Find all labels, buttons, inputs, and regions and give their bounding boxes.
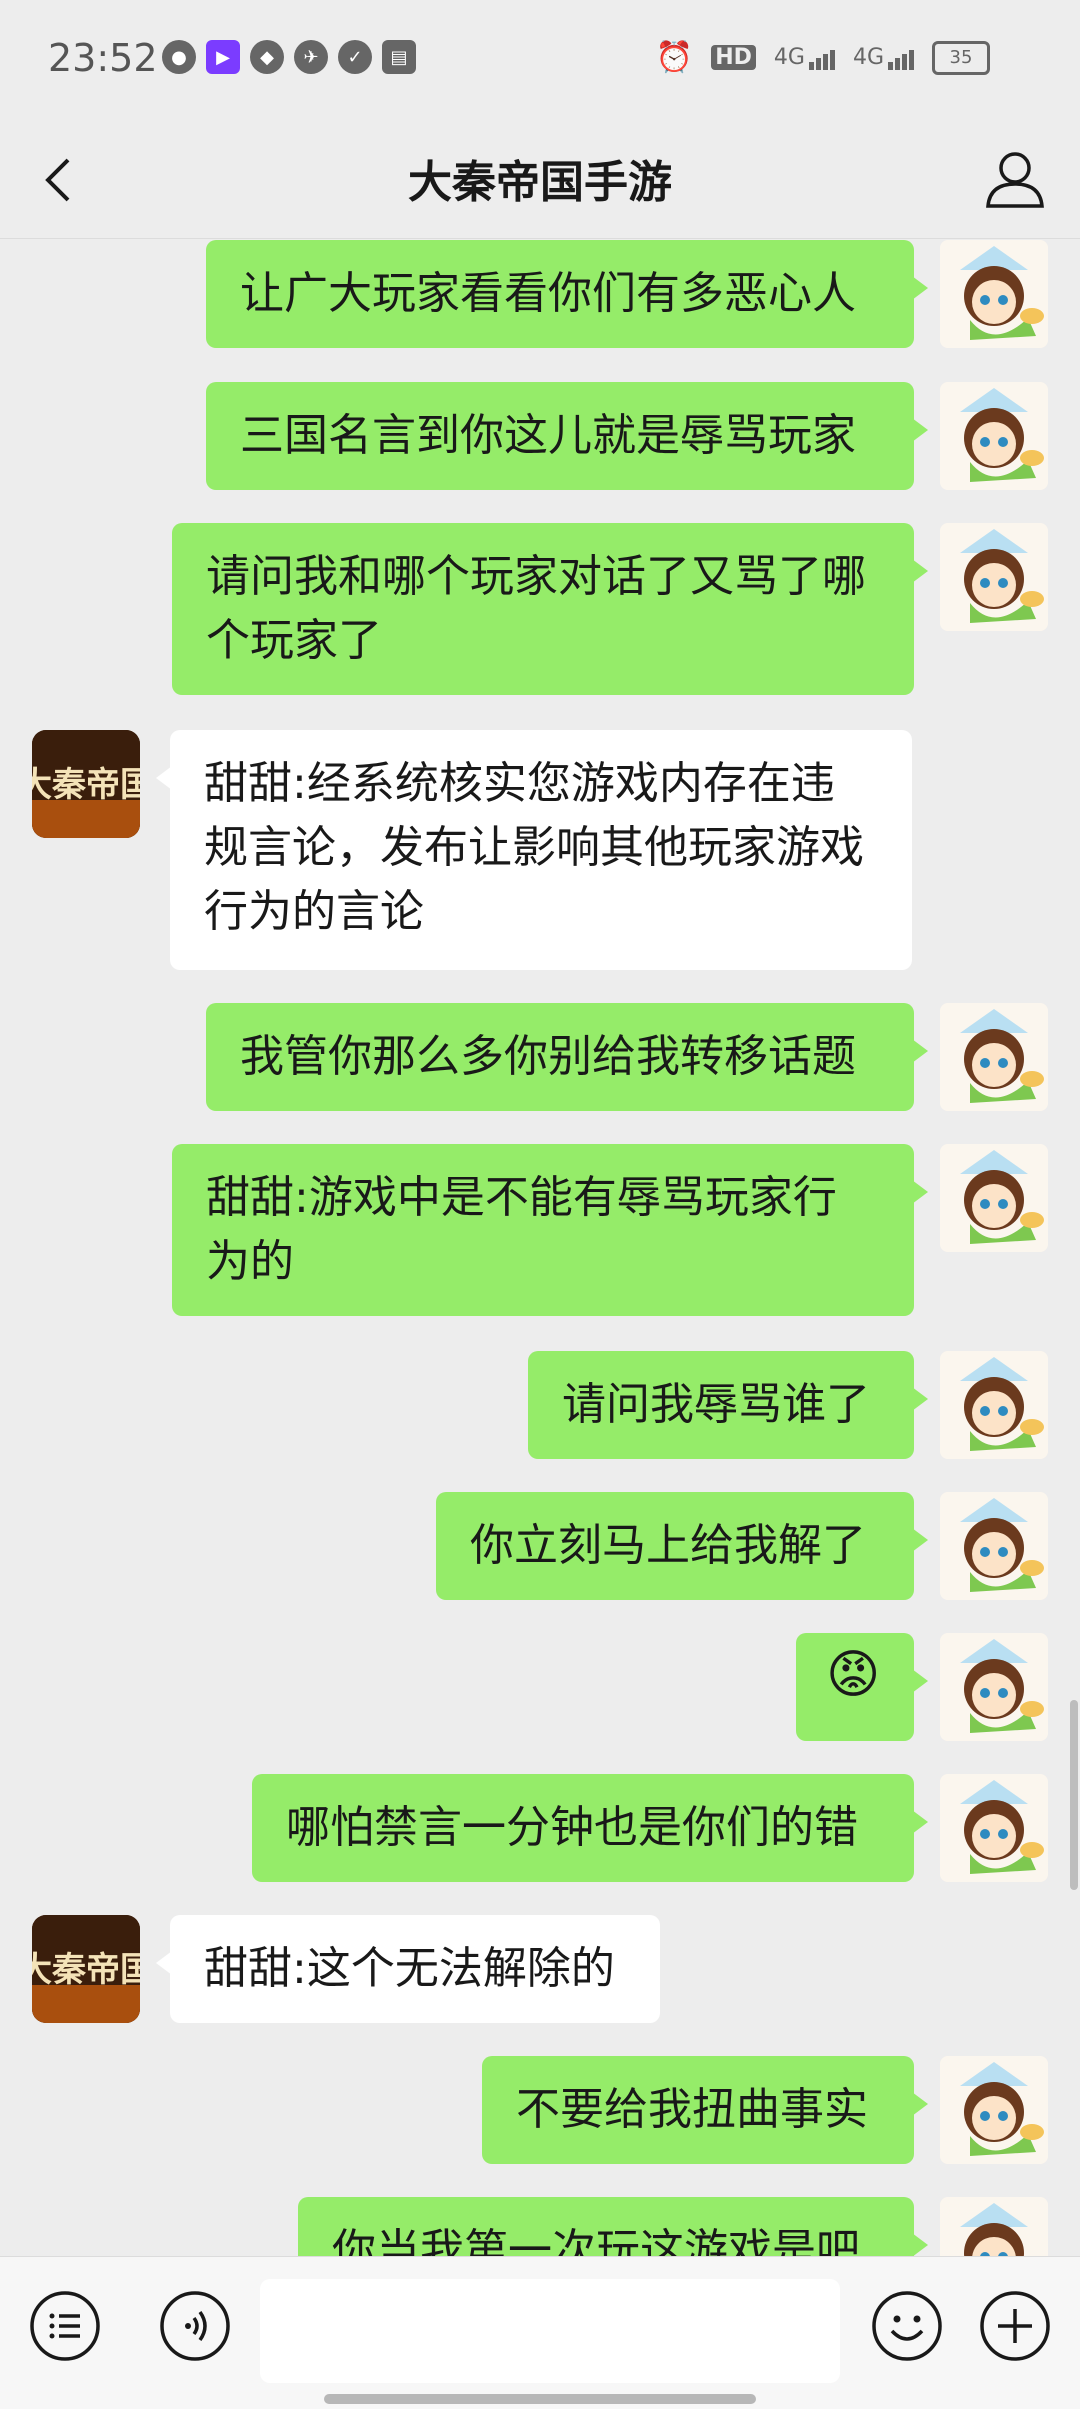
message-bubble-mine[interactable]: 请问我辱骂谁了 bbox=[528, 1351, 928, 1459]
network-type-2: 4G bbox=[852, 45, 884, 70]
signal-bars-icon bbox=[808, 50, 835, 70]
anime-girl-avatar-icon bbox=[940, 1351, 1048, 1459]
message-bubble-mine[interactable]: 哪怕禁言一分钟也是你们的错 bbox=[252, 1774, 928, 1882]
anime-girl-avatar-icon bbox=[940, 1144, 1048, 1252]
alarm-icon: ⏰ bbox=[655, 40, 694, 75]
battery-icon: 35 bbox=[932, 40, 990, 75]
my-avatar[interactable] bbox=[940, 382, 1048, 490]
anime-girl-avatar-icon bbox=[940, 523, 1048, 631]
my-avatar[interactable] bbox=[940, 523, 1048, 631]
my-avatar[interactable] bbox=[940, 1003, 1048, 1111]
message-bubble-mine[interactable]: 甜甜:游戏中是不能有辱骂玩家行 为的 bbox=[172, 1144, 928, 1316]
signal-bars-icon bbox=[888, 50, 914, 70]
bird-app-icon: ✈ bbox=[294, 40, 328, 74]
anime-girl-avatar-icon bbox=[940, 2056, 1048, 2164]
chat-notification-icon: ● bbox=[162, 40, 196, 74]
add-plus-icon[interactable] bbox=[978, 2289, 1052, 2363]
game-logo-text: 大秦帝国 bbox=[32, 1950, 140, 1990]
my-avatar[interactable] bbox=[940, 1774, 1048, 1882]
my-avatar[interactable] bbox=[940, 1633, 1048, 1741]
chat-header: 大秦帝国手游 bbox=[0, 120, 1080, 239]
network-type-1: 4G bbox=[773, 45, 805, 70]
status-bar: 23:52 ● ▶ ◆ ✈ ✓ ▤ ⏰ HD 4G 4G 35 bbox=[0, 0, 1080, 120]
my-avatar[interactable] bbox=[940, 2056, 1048, 2164]
anime-girl-avatar-icon bbox=[940, 1003, 1048, 1111]
message-bubble-mine[interactable]: 让广大玩家看看你们有多恶心人 bbox=[206, 240, 928, 348]
message-input[interactable] bbox=[260, 2279, 840, 2383]
voice-input-icon[interactable] bbox=[158, 2289, 232, 2363]
game-logo-icon: 大秦帝国 bbox=[32, 730, 140, 838]
message-bubble-mine[interactable]: 三国名言到你这儿就是辱骂玩家 bbox=[206, 382, 928, 490]
message-list[interactable]: 让广大玩家看看你们有多恶心人 三国名言到你这儿就是辱骂玩家 请问我和哪个玩家对话… bbox=[0, 238, 1080, 2256]
notification-icons: ● ▶ ◆ ✈ ✓ ▤ bbox=[162, 40, 416, 74]
message-bubble-mine[interactable]: 你当我第一次玩这游戏是吧 bbox=[298, 2197, 928, 2256]
my-avatar[interactable] bbox=[940, 2197, 1048, 2256]
emoji-icon[interactable] bbox=[870, 2289, 944, 2363]
game-logo-text: 大秦帝国 bbox=[32, 765, 140, 805]
anime-girl-avatar-icon bbox=[940, 1774, 1048, 1882]
chat-title: 大秦帝国手游 bbox=[408, 157, 672, 208]
anime-girl-avatar-icon bbox=[940, 2197, 1048, 2256]
system-status: ⏰ HD 4G 4G 35 bbox=[656, 40, 990, 75]
my-avatar[interactable] bbox=[940, 1144, 1048, 1252]
my-avatar[interactable] bbox=[940, 1492, 1048, 1600]
game-logo-icon: 大秦帝国 bbox=[32, 1915, 140, 2023]
profile-icon[interactable] bbox=[980, 144, 1050, 214]
book-app-icon: ▤ bbox=[382, 40, 416, 74]
message-bubble-other[interactable]: 甜甜:经系统核实您游戏内存在违 规言论，发布让影响其他玩家游戏 行为的言论 bbox=[156, 730, 912, 970]
message-bubble-other[interactable]: 甜甜:这个无法解除的 bbox=[156, 1915, 660, 2023]
input-bar bbox=[0, 2256, 1080, 2409]
my-avatar[interactable] bbox=[940, 240, 1048, 348]
signal-2: 4G bbox=[853, 45, 914, 70]
chat-scrollbar[interactable] bbox=[1070, 1700, 1078, 1890]
compass-app-icon: ✓ bbox=[338, 40, 372, 74]
game-avatar[interactable]: 大秦帝国 bbox=[32, 1915, 140, 2023]
message-bubble-mine[interactable]: 你立刻马上给我解了 bbox=[436, 1492, 928, 1600]
status-time: 23:52 bbox=[48, 36, 158, 80]
message-bubble-mine[interactable]: 我管你那么多你别给我转移话题 bbox=[206, 1003, 928, 1111]
my-avatar[interactable] bbox=[940, 1351, 1048, 1459]
angry-emoji-bubble[interactable]: 😡 bbox=[796, 1633, 928, 1741]
anime-girl-avatar-icon bbox=[940, 240, 1048, 348]
hd-indicator: HD bbox=[711, 45, 756, 70]
anime-girl-avatar-icon bbox=[940, 1492, 1048, 1600]
message-bubble-mine[interactable]: 请问我和哪个玩家对话了又骂了哪 个玩家了 bbox=[172, 523, 928, 695]
video-app-icon: ▶ bbox=[206, 40, 240, 74]
message-bubble-mine[interactable]: 不要给我扭曲事实 bbox=[482, 2056, 928, 2164]
menu-list-icon[interactable] bbox=[28, 2289, 102, 2363]
anime-girl-avatar-icon bbox=[940, 1633, 1048, 1741]
game-avatar[interactable]: 大秦帝国 bbox=[32, 730, 140, 838]
signal-1: 4G bbox=[774, 45, 835, 70]
home-indicator[interactable] bbox=[324, 2394, 756, 2404]
anime-girl-avatar-icon bbox=[940, 382, 1048, 490]
app-notification-icon: ◆ bbox=[250, 40, 284, 74]
